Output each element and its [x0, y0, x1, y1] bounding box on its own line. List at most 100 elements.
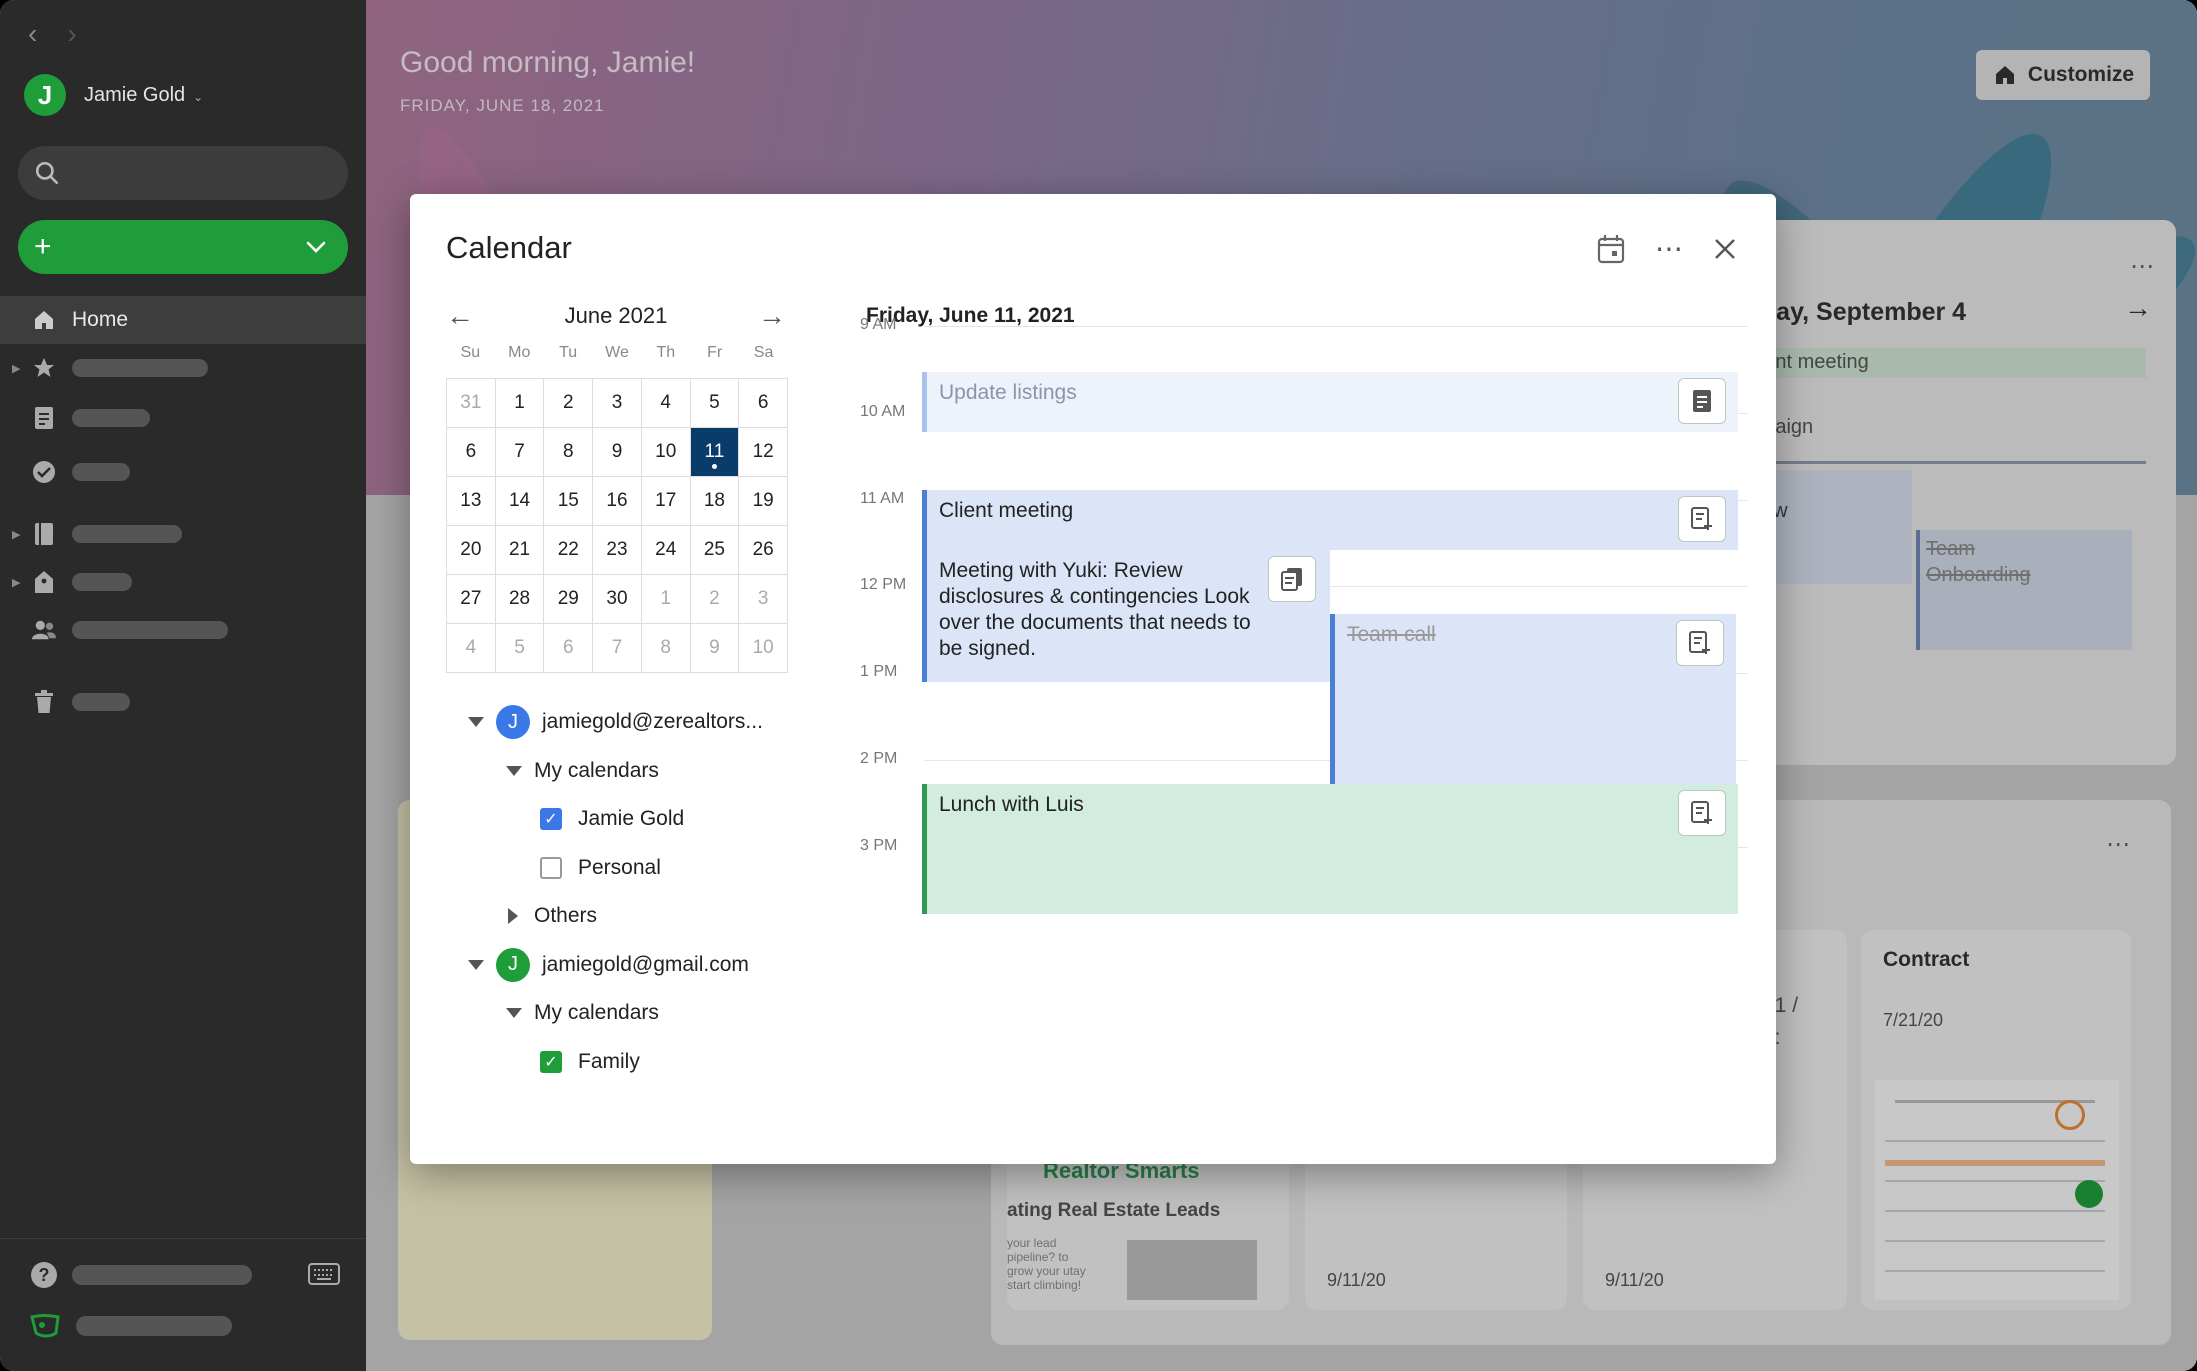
- back-arrow-icon[interactable]: ‹: [28, 18, 37, 50]
- sidebar-item-trash[interactable]: [0, 678, 366, 726]
- add-note-icon[interactable]: [1676, 620, 1724, 666]
- day-cell[interactable]: 26: [739, 526, 788, 575]
- add-note-icon[interactable]: [1678, 496, 1726, 542]
- selected-day-cell[interactable]: 11: [690, 428, 740, 477]
- day-cell[interactable]: 1: [641, 575, 691, 624]
- account-row[interactable]: J jamiegold@gmail.com: [468, 941, 798, 990]
- day-cell[interactable]: 2: [544, 379, 594, 428]
- day-cell[interactable]: 13: [447, 477, 496, 526]
- sidebar-item-notes[interactable]: [0, 394, 366, 442]
- sidebar-item-tasks[interactable]: [0, 448, 366, 496]
- mini-calendar-month: June 2021: [564, 303, 668, 328]
- day-cell[interactable]: 5: [690, 379, 740, 428]
- collapse-icon[interactable]: [468, 959, 484, 970]
- account-switcher[interactable]: J Jamie Gold ⌄: [24, 74, 203, 116]
- day-cell[interactable]: 3: [739, 575, 788, 624]
- day-cell[interactable]: 3: [593, 379, 642, 428]
- day-cell[interactable]: 23: [593, 526, 642, 575]
- help-row[interactable]: ?: [30, 1261, 252, 1289]
- day-cell[interactable]: 19: [739, 477, 788, 526]
- day-cell[interactable]: 20: [447, 526, 496, 575]
- sidebar-item-notebooks[interactable]: ▶: [0, 510, 366, 558]
- calendar-group-row[interactable]: My calendars: [468, 989, 798, 1038]
- close-icon[interactable]: [1714, 238, 1736, 260]
- day-cell[interactable]: 7: [495, 428, 545, 477]
- day-cell[interactable]: 28: [495, 575, 545, 624]
- checkbox[interactable]: [540, 856, 562, 879]
- day-cell[interactable]: 22: [544, 526, 594, 575]
- sidebar-item-tags[interactable]: ▶: [0, 558, 366, 606]
- day-cell[interactable]: 4: [641, 379, 691, 428]
- add-note-icon[interactable]: [1678, 790, 1726, 836]
- day-cell[interactable]: 17: [641, 477, 691, 526]
- account-row[interactable]: J jamiegold@zerealtors...: [468, 698, 798, 747]
- day-cell[interactable]: 5: [495, 624, 545, 673]
- calendar-icon[interactable]: [1597, 234, 1625, 264]
- expand-icon[interactable]: ▶: [12, 362, 20, 375]
- day-cell[interactable]: 6: [739, 379, 788, 428]
- day-cell[interactable]: 6: [447, 428, 496, 477]
- copy-note-icon[interactable]: [1268, 556, 1316, 602]
- search-input[interactable]: [18, 146, 348, 200]
- day-cell[interactable]: 8: [544, 428, 594, 477]
- checkbox[interactable]: ✓: [540, 1050, 562, 1073]
- day-cell[interactable]: 14: [495, 477, 545, 526]
- next-month-arrow-icon[interactable]: →: [758, 300, 786, 332]
- day-cell[interactable]: 18: [690, 477, 740, 526]
- app-brand-row[interactable]: [30, 1313, 232, 1339]
- expand-icon[interactable]: [508, 908, 518, 925]
- day-cell[interactable]: 4: [447, 624, 496, 673]
- checkbox[interactable]: ✓: [540, 808, 562, 831]
- day-cell[interactable]: 1: [495, 379, 545, 428]
- sidebar-item-home[interactable]: Home: [0, 296, 366, 344]
- weekday-label: We: [605, 344, 629, 361]
- keyboard-icon[interactable]: [308, 1263, 340, 1285]
- collapse-icon[interactable]: [468, 717, 484, 728]
- day-cell[interactable]: 31: [447, 379, 496, 428]
- sidebar-item-placeholder: [72, 573, 132, 591]
- elephant-logo-icon: [30, 1314, 60, 1338]
- expand-icon[interactable]: ▶: [12, 528, 20, 541]
- day-cell[interactable]: 24: [641, 526, 691, 575]
- day-cell[interactable]: 10: [739, 624, 788, 673]
- day-cell[interactable]: 12: [739, 428, 788, 477]
- event-lunch-with-luis[interactable]: Lunch with Luis: [922, 784, 1738, 914]
- calendar-group-others[interactable]: Others: [468, 892, 798, 941]
- expand-icon[interactable]: ▶: [12, 576, 20, 589]
- sidebar-item-shortcuts[interactable]: ▶: [0, 344, 366, 392]
- prev-month-arrow-icon[interactable]: ←: [446, 300, 474, 332]
- collapse-icon[interactable]: [506, 765, 522, 776]
- day-cell[interactable]: 7: [593, 624, 642, 673]
- day-cell[interactable]: 6: [544, 624, 594, 673]
- day-cell[interactable]: 2: [690, 575, 740, 624]
- star-icon: [32, 356, 56, 380]
- day-cell[interactable]: 9: [690, 624, 740, 673]
- day-cell[interactable]: 27: [447, 575, 496, 624]
- calendar-item-jamie-gold[interactable]: ✓ Jamie Gold: [468, 795, 798, 844]
- day-cell[interactable]: 8: [641, 624, 691, 673]
- more-icon[interactable]: ⋯: [1655, 232, 1684, 265]
- app-window: ‹ › J Jamie Gold ⌄ + Home ▶ ▶ ▶ ? Good m…: [0, 0, 2197, 1371]
- note-icon[interactable]: [1678, 378, 1726, 424]
- event-client-meeting[interactable]: Client meeting: [922, 490, 1738, 550]
- chevron-down-icon[interactable]: [306, 240, 326, 254]
- weekday-label: Sa: [753, 344, 774, 361]
- calendar-item-family[interactable]: ✓ Family: [468, 1038, 798, 1087]
- collapse-icon[interactable]: [506, 1008, 522, 1019]
- new-button[interactable]: +: [18, 220, 348, 274]
- day-cell[interactable]: 21: [495, 526, 545, 575]
- forward-arrow-icon[interactable]: ›: [67, 18, 76, 50]
- sidebar-item-shared[interactable]: [0, 606, 366, 654]
- event-update-listings[interactable]: Update listings: [922, 372, 1738, 432]
- calendar-name: Personal: [578, 855, 661, 879]
- day-cell[interactable]: 30: [593, 575, 642, 624]
- day-cell[interactable]: 29: [544, 575, 594, 624]
- footer-placeholder: [72, 1265, 252, 1285]
- calendar-item-personal[interactable]: Personal: [468, 844, 798, 893]
- day-cell[interactable]: 10: [641, 428, 691, 477]
- day-cell[interactable]: 9: [593, 428, 642, 477]
- day-cell[interactable]: 16: [593, 477, 642, 526]
- day-cell[interactable]: 15: [544, 477, 594, 526]
- calendar-group-row[interactable]: My calendars: [468, 747, 798, 796]
- day-cell[interactable]: 25: [690, 526, 740, 575]
